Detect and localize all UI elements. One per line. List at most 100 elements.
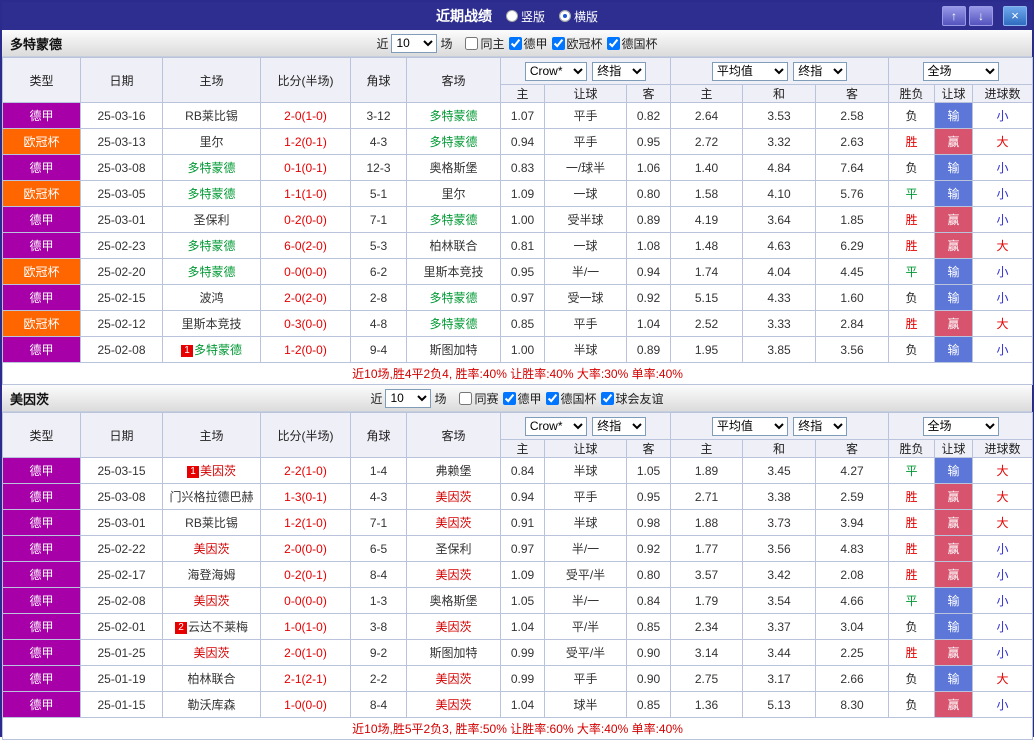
filter-checkbox-input[interactable]: [502, 391, 516, 405]
fulltime-group-header: 全场: [888, 57, 1034, 85]
euro-odds-source-select[interactable]: 平均值: [711, 61, 788, 81]
window-buttons: ↑ ↓ ×: [939, 6, 1027, 26]
away-team-cell: 柏林联合: [406, 232, 501, 259]
away-team-cell: 多特蒙德: [406, 102, 501, 129]
euro-home-odds-cell: 1.88: [670, 509, 744, 536]
col-header-away: 客场: [406, 412, 501, 458]
handicap-cell: 半球: [544, 509, 627, 536]
handicap-cell: 受半球: [544, 206, 627, 233]
handicap-result-cell: 输: [934, 180, 974, 207]
league-cell: 德甲: [2, 613, 81, 640]
team-name: 多特蒙德: [10, 36, 63, 52]
handicap-result-cell: 输: [934, 154, 974, 181]
away-team-cell: 美因茨: [406, 613, 501, 640]
filter-checkbox-input[interactable]: [508, 36, 522, 50]
filter-checkbox[interactable]: 球会友谊: [600, 390, 664, 407]
filter-checkbox[interactable]: 同赛: [459, 390, 499, 407]
scroll-down-button[interactable]: ↓: [969, 6, 993, 26]
filter-checkbox[interactable]: 德甲: [502, 390, 542, 407]
near-label: 近: [370, 391, 383, 406]
team-section-dortmund: 多特蒙德 近 10 场 同主 德甲 欧冠杯 德国杯 类型 日期 主场 比分(半场) 角…: [1, 30, 1034, 385]
euro-home-odds-cell: 1.48: [670, 232, 744, 259]
asian-away-odds-cell: 1.06: [625, 154, 672, 181]
asian-home-odds-cell: 0.95: [500, 258, 545, 285]
goals-cell: 大: [972, 483, 1034, 510]
asian-home-odds-cell: 0.99: [500, 639, 545, 666]
filter-checkbox-input[interactable]: [600, 391, 614, 405]
filter-bar: 近 10 场 同主 德甲 欧冠杯 德国杯: [2, 33, 1032, 53]
score-cell: 2-0(0-0): [260, 535, 351, 562]
filter-checkbox[interactable]: 德国杯: [606, 35, 658, 52]
goals-cell: 大: [972, 457, 1034, 484]
filter-checkbox[interactable]: 同主: [465, 35, 505, 52]
filter-checkbox-input[interactable]: [465, 36, 479, 50]
asian-home-odds-cell: 1.09: [500, 561, 545, 588]
near-label: 近: [376, 36, 389, 51]
handicap-result-cell: 赢: [934, 691, 974, 718]
corner-cell: 1-3: [350, 587, 407, 614]
result-cell: 平: [888, 258, 936, 285]
matches-table: 类型 日期 主场 比分(半场) 角球 客场 Crow* 终指 平均值 终指 全场…: [1, 412, 1034, 740]
home-team-cell: 里斯本竞技: [162, 310, 261, 337]
filter-checkbox[interactable]: 德国杯: [545, 390, 597, 407]
team-bar: 美因茨 近 10 场 同赛 德甲 德国杯 球会友谊: [2, 385, 1032, 412]
layout-radio-horizontal[interactable]: 横版: [559, 8, 598, 25]
corner-cell: 4-3: [350, 128, 407, 155]
team-badge: 1: [186, 466, 199, 478]
euro-home-odds-cell: 2.75: [670, 665, 744, 692]
euro-odds-source-select[interactable]: 平均值: [711, 416, 788, 436]
filter-checkbox[interactable]: 欧冠杯: [551, 35, 603, 52]
euro-home-odds-cell: 5.15: [670, 284, 744, 311]
handicap-cell: 平手: [544, 483, 627, 510]
fulltime-scope-select[interactable]: 全场: [922, 416, 999, 436]
close-button[interactable]: ×: [1003, 6, 1027, 26]
handicap-cell: 半球: [544, 457, 627, 484]
home-team-cell: 美因茨: [162, 639, 261, 666]
league-cell: 欧冠杯: [2, 310, 81, 337]
league-cell: 欧冠杯: [2, 258, 81, 285]
horizontal-layout-radio-input[interactable]: [559, 10, 571, 22]
filter-checkbox-input[interactable]: [545, 391, 559, 405]
score-cell: 2-2(1-0): [260, 457, 351, 484]
asian-odds-time-select[interactable]: 终指: [592, 416, 647, 436]
match-count-select[interactable]: 10: [391, 33, 438, 53]
euro-home-odds-cell: 1.77: [670, 535, 744, 562]
match-row: 德甲 25-03-15 1 美因茨 2-2(1-0) 1-4 弗赖堡 0.84 半球 1.05 1.…: [2, 457, 1034, 484]
match-row: 德甲 25-01-15 勒沃库森 1-0(0-0) 8-4 美因茨 1.04 球半 0.85 1.…: [2, 691, 1034, 718]
fulltime-scope-select[interactable]: 全场: [922, 61, 999, 81]
filter-checkbox[interactable]: 德甲: [508, 35, 548, 52]
asian-home-odds-cell: 0.85: [500, 310, 545, 337]
scroll-up-button[interactable]: ↑: [942, 6, 966, 26]
home-team-cell: 美因茨: [162, 587, 261, 614]
filter-checkbox-input[interactable]: [459, 391, 473, 405]
euro-odds-time-select[interactable]: 终指: [793, 416, 848, 436]
bookmaker-select[interactable]: Crow*: [524, 416, 587, 436]
team-badge: 1: [180, 345, 193, 357]
corner-cell: 5-3: [350, 232, 407, 259]
euro-odds-time-select[interactable]: 终指: [793, 61, 848, 81]
match-count-select[interactable]: 10: [385, 388, 432, 408]
vertical-layout-radio-input[interactable]: [505, 10, 518, 22]
score-cell: 0-3(0-0): [260, 310, 351, 337]
bookmaker-select[interactable]: Crow*: [524, 61, 587, 81]
asian-odds-time-select[interactable]: 终指: [592, 61, 647, 81]
filter-checkbox-input[interactable]: [606, 36, 620, 50]
home-team-cell: 多特蒙德: [162, 258, 261, 285]
asian-away-odds-cell: 0.98: [625, 509, 672, 536]
result-cell: 胜: [888, 561, 936, 588]
vertical-layout-label: 竖版: [520, 9, 545, 24]
match-row: 欧冠杯 25-02-20 多特蒙德 0-0(0-0) 6-2 里斯本竞技 0.95 半/一 0.…: [2, 258, 1034, 285]
euro-home-odds-cell: 2.72: [670, 128, 744, 155]
handicap-cell: 半/一: [544, 258, 627, 285]
layout-radio-vertical[interactable]: 竖版: [505, 8, 545, 25]
asian-home-odds-cell: 0.94: [500, 128, 545, 155]
date-cell: 25-01-15: [80, 691, 163, 718]
goals-cell: 小: [972, 587, 1034, 614]
goals-cell: 大: [972, 509, 1034, 536]
col-header-score: 比分(半场): [260, 412, 351, 458]
summary-row: 近10场,胜4平2负4, 胜率:40% 让胜率:40% 大率:30% 单率:40…: [1, 362, 1034, 385]
asian-home-odds-cell: 0.99: [500, 665, 545, 692]
handicap-result-cell: 赢: [934, 232, 974, 259]
score-cell: 0-2(0-1): [260, 561, 351, 588]
filter-checkbox-input[interactable]: [551, 36, 565, 50]
